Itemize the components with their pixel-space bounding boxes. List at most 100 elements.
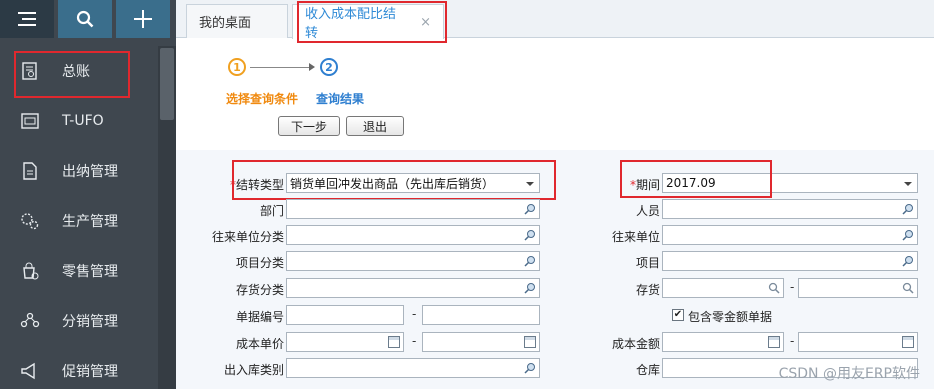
inventory-category-field[interactable]: [286, 278, 540, 298]
step-1-indicator: 1: [228, 58, 246, 76]
partner-category-label: 往来单位分类: [211, 230, 284, 244]
sidebar-item-production[interactable]: 生产管理: [0, 196, 158, 246]
period-label: *期间: [629, 178, 660, 192]
tab-bar: 我的桌面 收入成本配比结转 ×: [176, 0, 934, 41]
chevron-down-icon: [904, 182, 912, 186]
cost-amount-to-field[interactable]: [798, 332, 918, 352]
lookup-icon[interactable]: [524, 203, 536, 215]
menu-icon: [18, 12, 36, 26]
sidebar-scrollbar-thumb[interactable]: [160, 48, 174, 120]
calculator-icon[interactable]: [902, 336, 914, 348]
range-separator: -: [412, 307, 417, 321]
sidebar-item-ledger[interactable]: 总账: [0, 46, 158, 96]
inventory-to-field[interactable]: [798, 278, 918, 298]
lookup-icon[interactable]: [524, 282, 536, 294]
step-2-indicator: 2: [320, 58, 338, 76]
lookup-icon[interactable]: [524, 255, 536, 267]
sidebar-item-retail[interactable]: 零售管理: [0, 246, 158, 296]
production-icon: [20, 211, 40, 231]
search-icon[interactable]: [768, 282, 780, 294]
unit-cost-label: 成本单价: [235, 337, 284, 351]
ledger-icon: [20, 61, 40, 81]
project-category-label: 项目分类: [235, 256, 284, 270]
staff-label: 人员: [635, 204, 660, 218]
sidebar-item-distribution[interactable]: 分销管理: [0, 296, 158, 346]
period-select[interactable]: 2017.09: [662, 173, 918, 193]
menu-button[interactable]: [0, 0, 54, 38]
io-type-label: 出入库类别: [223, 363, 284, 377]
close-icon[interactable]: ×: [420, 15, 431, 30]
chevron-down-icon: [526, 182, 534, 186]
unit-cost-to-field[interactable]: [422, 332, 540, 352]
transfer-type-label: *结转类型: [229, 178, 284, 192]
warehouse-label: 仓库: [635, 363, 660, 377]
partner-category-field[interactable]: [286, 225, 540, 245]
lookup-icon[interactable]: [902, 229, 914, 241]
department-label: 部门: [259, 204, 284, 218]
doc-no-to-field[interactable]: [422, 305, 540, 325]
inventory-label: 存货: [635, 283, 660, 297]
step-2-label[interactable]: 查询结果: [316, 90, 364, 107]
search-icon: [76, 10, 94, 28]
main-area: 我的桌面 收入成本配比结转 × 1 2 选择查询条件 查询结果 下一步 退出 *…: [176, 0, 934, 389]
top-toolbar: [0, 0, 176, 38]
partner-label: 往来单位: [611, 230, 660, 244]
range-separator: -: [790, 280, 795, 294]
range-separator: -: [412, 334, 417, 348]
search-button[interactable]: [58, 0, 112, 38]
transfer-type-select[interactable]: 销货单回冲发出商品（先出库后销货）: [286, 173, 540, 193]
calculator-icon[interactable]: [768, 336, 780, 348]
tufo-icon: [20, 111, 40, 131]
calculator-icon[interactable]: [524, 336, 536, 348]
project-category-field[interactable]: [286, 251, 540, 271]
tab-revenue-cost-transfer[interactable]: 收入成本配比结转 ×: [292, 4, 444, 41]
doc-no-from-field[interactable]: [286, 305, 404, 325]
sidebar-item-tufo[interactable]: T-UFO: [0, 96, 158, 146]
retail-icon: [20, 261, 40, 281]
unit-cost-from-field[interactable]: [286, 332, 404, 352]
sidebar-item-label: 零售管理: [62, 264, 118, 280]
sidebar-item-label: 出纳管理: [62, 164, 118, 180]
sidebar-item-label: 总账: [62, 64, 90, 80]
include-zero-checkbox[interactable]: ✔: [672, 309, 684, 321]
promotion-icon: [20, 361, 40, 381]
io-type-field[interactable]: [286, 358, 540, 378]
sidebar-item-cashier[interactable]: 出纳管理: [0, 146, 158, 196]
watermark: CSDN @用友ERP软件: [778, 366, 920, 382]
cost-amount-label: 成本金额: [611, 337, 660, 351]
next-step-button[interactable]: 下一步: [278, 116, 340, 136]
tab-label: 我的桌面: [199, 16, 252, 31]
exit-button[interactable]: 退出: [346, 116, 404, 136]
sidebar-item-label: 生产管理: [62, 214, 118, 230]
inventory-from-field[interactable]: [662, 278, 784, 298]
doc-no-label: 单据编号: [235, 310, 284, 324]
lookup-icon[interactable]: [524, 362, 536, 374]
lookup-icon[interactable]: [524, 229, 536, 241]
range-separator: -: [790, 334, 795, 348]
plus-icon: [134, 10, 152, 28]
step-arrow-icon: [309, 63, 315, 71]
partner-field[interactable]: [662, 225, 918, 245]
calculator-icon[interactable]: [388, 336, 400, 348]
cashier-icon: [20, 161, 40, 181]
sidebar-item-label: T-UFO: [62, 113, 104, 129]
step-1-label[interactable]: 选择查询条件: [226, 90, 298, 107]
search-icon[interactable]: [902, 282, 914, 294]
include-zero-label: 包含零金额单据: [688, 310, 773, 324]
sidebar-item-label: 促销管理: [62, 364, 118, 380]
step-connector: [250, 67, 312, 68]
lookup-icon[interactable]: [902, 255, 914, 267]
sidebar-item-promotion[interactable]: 促销管理: [0, 346, 158, 389]
project-field[interactable]: [662, 251, 918, 271]
cost-amount-from-field[interactable]: [662, 332, 784, 352]
sidebar-nav: 总账 T-UFO 出纳管理 生产管理 零售管理 分销管理 促销管理: [0, 46, 158, 389]
sidebar-item-label: 分销管理: [62, 314, 118, 330]
tab-my-desktop[interactable]: 我的桌面: [186, 4, 288, 38]
staff-field[interactable]: [662, 199, 918, 219]
lookup-icon[interactable]: [902, 203, 914, 215]
distribution-icon: [20, 311, 40, 331]
add-button[interactable]: [116, 0, 170, 38]
tab-label: 收入成本配比结转: [305, 7, 397, 41]
department-field[interactable]: [286, 199, 540, 219]
inventory-category-label: 存货分类: [235, 283, 284, 297]
